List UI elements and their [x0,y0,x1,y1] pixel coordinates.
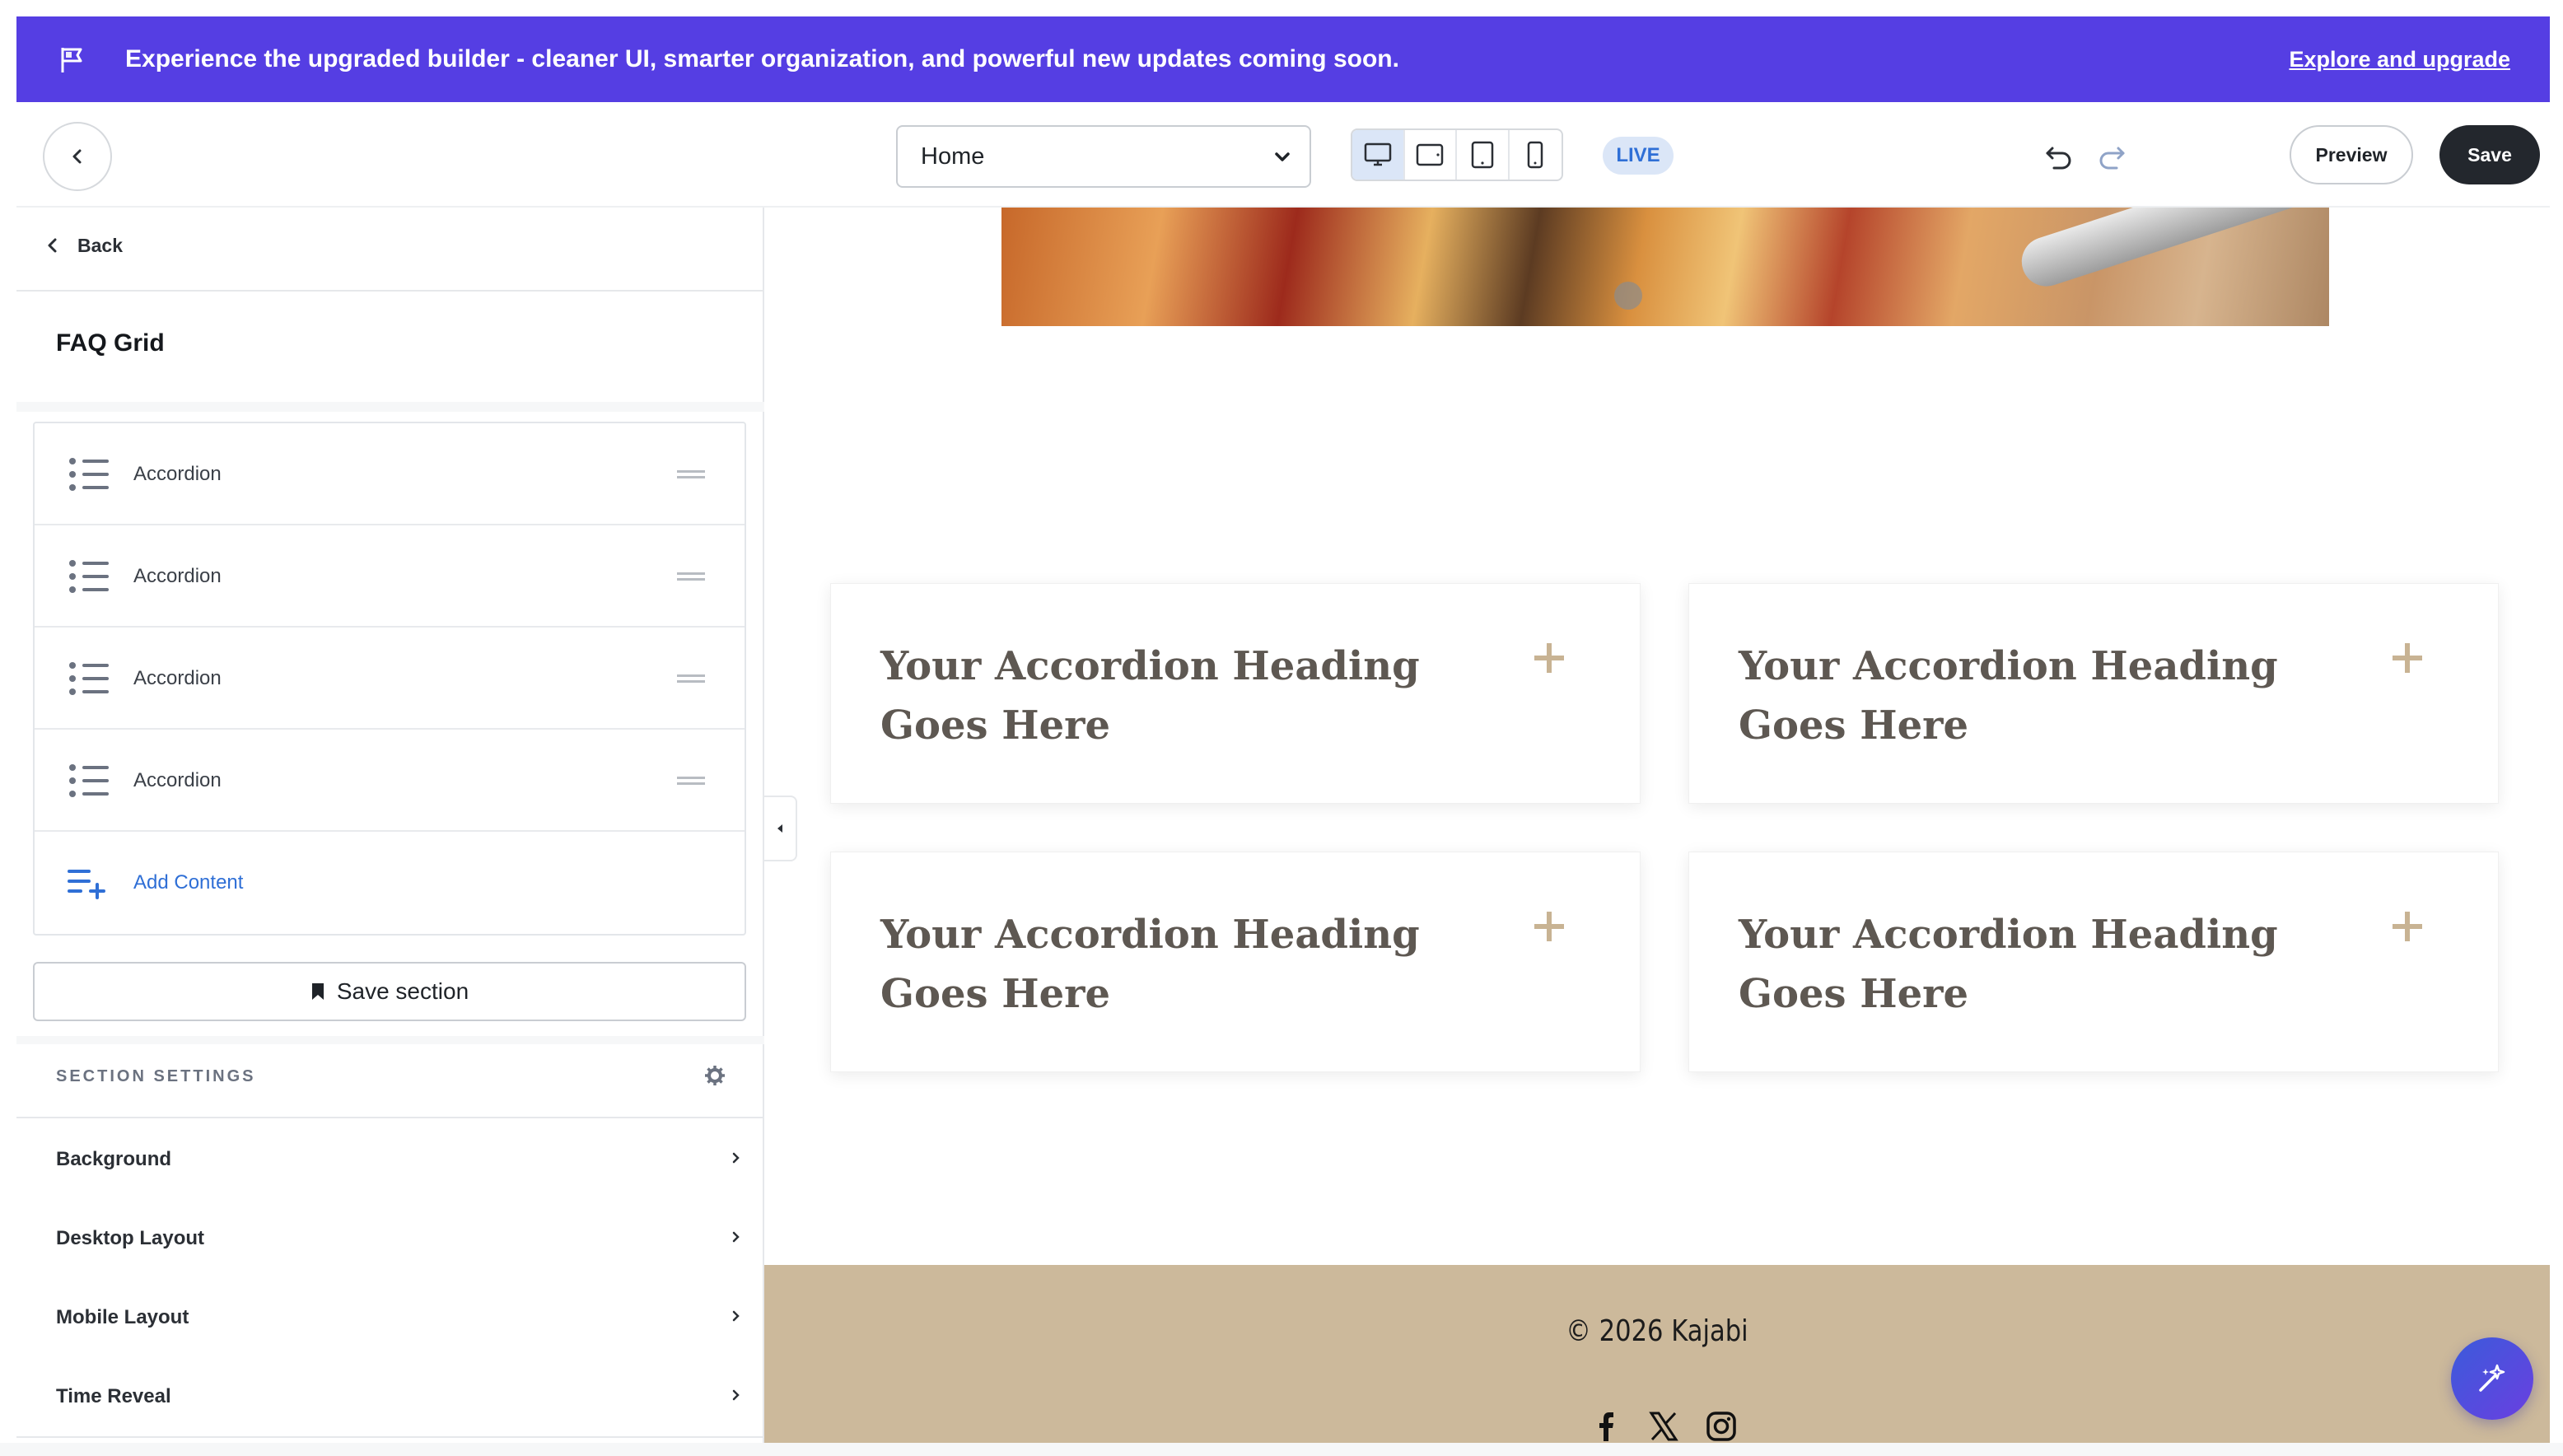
sparkle-wand-icon [2479,1364,2505,1392]
list-icon [69,458,109,491]
save-section-label: Save section [336,978,469,1004]
drag-handle-icon[interactable] [677,674,705,684]
explore-upgrade-link[interactable]: Explore and upgrade [2289,16,2510,102]
divider [16,402,764,412]
caret-left-icon [777,824,782,833]
list-item[interactable]: Accordion [35,730,745,832]
page-preview-canvas: Your Accordion Heading Goes Here Your Ac… [764,208,2550,1443]
ai-assistant-button[interactable] [2451,1337,2533,1420]
drag-handle-icon[interactable] [677,776,705,786]
gear-icon[interactable] [703,1064,726,1087]
plus-icon[interactable] [2391,910,2424,943]
plus-icon[interactable] [1533,910,1566,943]
list-icon [69,560,109,593]
list-icon [69,662,109,695]
back-label: Back [77,234,123,256]
bookmark-icon [311,983,324,1000]
chevron-left-icon [72,149,82,164]
drag-handle-icon[interactable] [677,469,705,479]
section-title: FAQ Grid [56,329,165,357]
add-content-button[interactable]: Add Content [35,832,745,934]
page-select[interactable]: Home [896,125,1311,188]
desktop-view-button[interactable] [1352,130,1405,180]
faq-accordion-item[interactable]: Your Accordion Heading Goes Here [830,583,1641,804]
live-status-badge: LIVE [1603,137,1674,175]
setting-desktop-layout[interactable]: Desktop Layout [16,1199,764,1278]
desktop-icon [1364,142,1391,166]
site-footer: © 2026 Kajabi [764,1265,2550,1443]
exit-editor-button[interactable] [43,122,112,191]
accordion-heading: Your Accordion Heading Goes Here [880,912,1420,1017]
instagram-icon[interactable] [1705,1410,1738,1443]
editor-toolbar: Home LIVE Preview Save [16,102,2550,208]
preview-button[interactable]: Preview [2290,125,2413,184]
accordion-heading: Your Accordion Heading Goes Here [1739,912,2278,1017]
add-list-icon [68,870,105,899]
banner-message: Experience the upgraded builder - cleane… [125,45,1399,72]
setting-time-reveal[interactable]: Time Reveal [16,1357,764,1436]
setting-mobile-layout[interactable]: Mobile Layout [16,1278,764,1357]
collapse-sidebar-button[interactable] [764,796,797,861]
chevron-left-icon [48,238,57,253]
divider [16,1117,764,1118]
list-item-label: Accordion [133,667,222,689]
undo-icon[interactable] [2042,140,2075,173]
tablet-portrait-view-button[interactable] [1457,130,1510,180]
list-item[interactable]: Accordion [35,628,745,730]
list-item[interactable]: Accordion [35,423,745,525]
divider [16,290,764,292]
bottom-strip [0,1443,2563,1456]
list-item-label: Accordion [133,565,222,587]
redo-icon[interactable] [2095,140,2128,173]
chevron-down-icon [1275,152,1290,161]
plus-icon[interactable] [1533,642,1566,674]
list-item-label: Accordion [133,769,222,791]
device-toggle-group [1351,128,1563,181]
accordion-heading: Your Accordion Heading Goes Here [1739,643,2278,749]
list-item-label: Accordion [133,463,222,485]
list-icon [69,764,109,797]
tablet-portrait-icon [1471,141,1493,169]
back-link[interactable]: Back [46,222,123,268]
facebook-icon[interactable] [1590,1410,1622,1443]
faq-accordion-item[interactable]: Your Accordion Heading Goes Here [1688,852,2499,1072]
save-section-button[interactable]: Save section [33,962,746,1021]
mobile-icon [1527,141,1543,169]
accordion-heading: Your Accordion Heading Goes Here [880,643,1420,749]
faq-accordion-item[interactable]: Your Accordion Heading Goes Here [1688,583,2499,804]
divider [16,1436,764,1438]
tablet-landscape-view-button[interactable] [1405,130,1457,180]
setting-label: Desktop Layout [56,1227,205,1249]
faq-accordion-item[interactable]: Your Accordion Heading Goes Here [830,852,1641,1072]
plus-icon[interactable] [2391,642,2424,674]
setting-label: Background [56,1148,172,1170]
page-select-value: Home [921,143,985,170]
save-button[interactable]: Save [2439,125,2540,184]
chevron-right-icon [732,1231,740,1243]
setting-label: Mobile Layout [56,1306,189,1328]
chevron-right-icon [732,1389,740,1401]
chevron-right-icon [732,1152,740,1164]
footer-copyright: © 2026 Kajabi [1566,1314,1748,1348]
drag-handle-icon[interactable] [677,572,705,581]
section-editor-sidebar: Back FAQ Grid Accordion Accordion Accord… [16,208,764,1443]
setting-label: Time Reveal [56,1385,171,1407]
add-content-label: Add Content [133,871,244,894]
setting-background[interactable]: Background [16,1120,764,1199]
section-settings-heading: SECTION SETTINGS [56,1067,256,1085]
x-icon[interactable] [1647,1410,1680,1443]
tablet-landscape-icon [1417,143,1444,166]
pizza-image [1001,208,2329,326]
upgrade-banner: Experience the upgraded builder - cleane… [16,16,2550,102]
flag-icon [61,48,82,72]
fork-shape [2015,208,2329,293]
mobile-view-button[interactable] [1510,130,1562,180]
divider [16,1036,764,1044]
list-item[interactable]: Accordion [35,525,745,628]
carousel-dot[interactable] [1614,282,1642,310]
content-list: Accordion Accordion Accordion Accordion … [33,422,746,936]
chevron-right-icon [732,1310,740,1322]
